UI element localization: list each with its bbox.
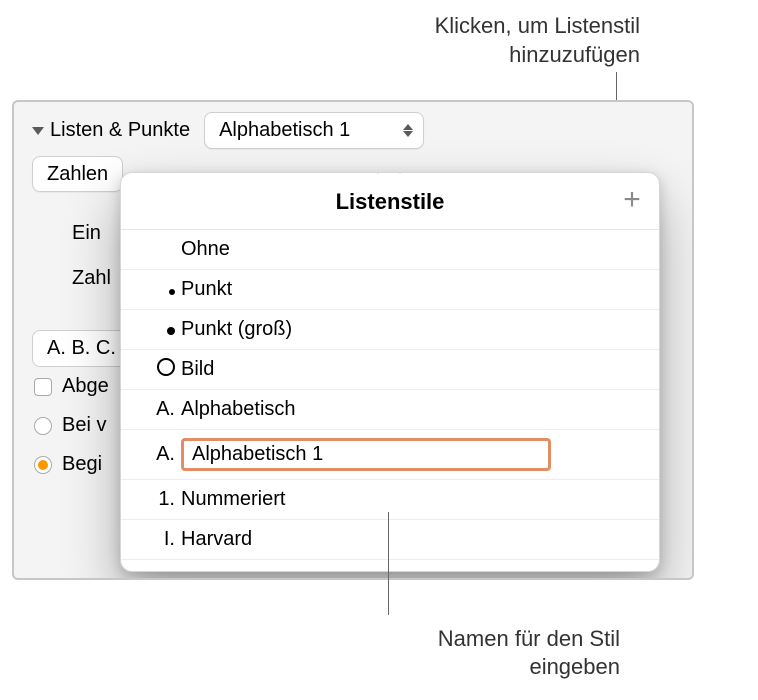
format-sidebar-panel: Listen & Punkte Alphabetisch 1 Zahlen Ei… [12, 100, 694, 580]
callout-enter-name: Namen für den Stil eingeben [370, 625, 620, 682]
list-style-prefix-icon [145, 278, 175, 301]
list-style-item[interactable]: Punkt [121, 270, 659, 310]
list-style-item[interactable]: Ohne [121, 230, 659, 270]
list-style-item[interactable]: A. [121, 430, 659, 480]
list-style-label: Harvard [181, 528, 252, 551]
list-style-label: Alphabetisch [181, 398, 296, 421]
tiered-checkbox-label: Abge [62, 375, 109, 398]
start-at-radio-label: Begi [62, 453, 102, 476]
numbers-button[interactable]: Zahlen [32, 156, 123, 192]
list-style-label: Punkt [181, 278, 232, 301]
start-at-radio[interactable] [34, 456, 52, 474]
tiered-checkbox[interactable] [34, 378, 52, 396]
section-title: Listen & Punkte [50, 119, 190, 142]
list-styles-popover: Listenstile + Ohne Punkt Punkt (groß) Bild A… [120, 172, 660, 572]
list-style-dropdown-value: Alphabetisch 1 [219, 119, 350, 142]
list-style-item[interactable]: 1. Nummeriert [121, 480, 659, 520]
list-style-label: Bild [181, 358, 214, 381]
continue-radio[interactable] [34, 417, 52, 435]
number-format-button[interactable]: A. B. C. [32, 330, 131, 367]
callout-add-style: Klicken, um Listenstil hinzuzufügen [380, 12, 640, 69]
list-style-name-input[interactable] [181, 438, 551, 471]
list-style-label: Nummeriert [181, 488, 285, 511]
list-style-dropdown[interactable]: Alphabetisch 1 [204, 112, 424, 149]
list-style-list: OhnePunktPunkt (groß)BildA.AlphabetischA… [121, 230, 659, 560]
section-header-lists-bullets[interactable]: Listen & Punkte [32, 119, 190, 142]
list-style-item[interactable]: Punkt (groß) [121, 310, 659, 350]
list-style-prefix-icon [145, 358, 175, 382]
updown-icon [403, 124, 413, 137]
callout-line [388, 512, 389, 615]
list-style-item[interactable]: I. Harvard [121, 520, 659, 560]
plus-icon: + [623, 183, 641, 217]
continue-radio-label: Bei v [62, 414, 106, 437]
list-style-item[interactable]: Bild [121, 350, 659, 390]
popover-title: Listenstile [336, 189, 445, 214]
list-style-item[interactable]: A. Alphabetisch [121, 390, 659, 430]
add-list-style-button[interactable]: + [617, 185, 647, 215]
list-style-prefix-icon: I. [145, 528, 175, 551]
list-style-label: Ohne [181, 238, 230, 261]
list-style-prefix-icon: A. [145, 443, 175, 466]
list-style-prefix-icon [145, 318, 175, 341]
list-style-label: Punkt (groß) [181, 318, 292, 341]
list-style-prefix-icon: 1. [145, 488, 175, 511]
list-style-prefix-icon: A. [145, 398, 175, 421]
chevron-down-icon [32, 127, 44, 135]
